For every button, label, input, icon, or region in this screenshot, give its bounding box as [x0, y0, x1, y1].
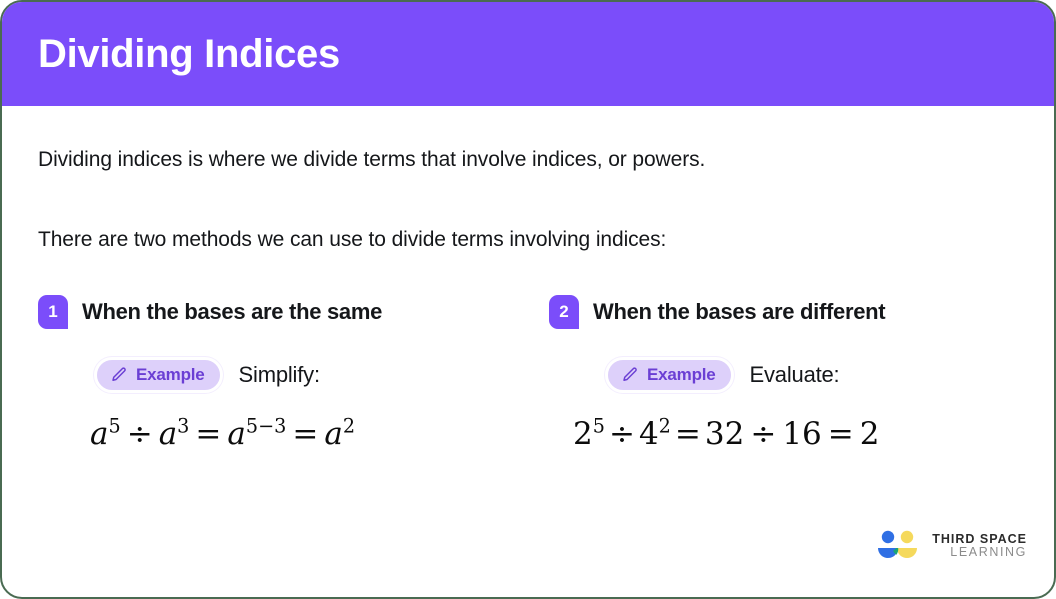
formula-1-exp-4: 2 — [342, 414, 356, 438]
methods-columns: 1 When the bases are the same Example Si… — [38, 294, 1022, 452]
formula-1-equals-2: = — [292, 415, 319, 452]
formula-1-base-1: a — [90, 415, 109, 452]
pencil-icon — [112, 367, 126, 381]
example-label-2: Example — [647, 365, 716, 385]
third-space-learning-mark-icon — [878, 530, 918, 558]
method-number-badge-1: 1 — [38, 294, 68, 329]
formula-1-operator-1: ÷ — [126, 415, 153, 452]
formula-2-value-1: 32 — [704, 415, 745, 452]
formula-1: a5 ÷ a3 = a5−3 = a2 — [38, 414, 530, 452]
formula-1-base-4: a — [324, 415, 343, 452]
card-body: Dividing indices is where we divide term… — [2, 106, 1054, 597]
method-number-badge-2: 2 — [549, 294, 579, 329]
method-column-2: 2 When the bases are different Example E… — [530, 294, 1022, 452]
pencil-icon — [623, 367, 637, 381]
formula-2: 25 ÷ 42 = 32 ÷ 16 = 2 — [549, 414, 1022, 452]
lesson-card: Dividing Indices Dividing indices is whe… — [0, 0, 1056, 599]
method-title-2: When the bases are different — [593, 298, 886, 324]
intro-paragraph-2: There are two methods we can use to divi… — [38, 228, 667, 252]
method-title-1: When the bases are the same — [82, 298, 383, 324]
formula-2-equals-1: = — [674, 415, 701, 452]
formula-1-base-3: a — [227, 415, 246, 452]
method-heading-2: 2 When the bases are different — [549, 294, 1022, 329]
example-row-1: Example Simplify: — [38, 356, 530, 393]
formula-2-equals-2: = — [827, 415, 854, 452]
formula-1-exp-1: 5 — [108, 414, 121, 438]
formula-2-operator-1: ÷ — [608, 415, 635, 452]
method-heading-1: 1 When the bases are the same — [38, 294, 530, 329]
example-label-1: Example — [136, 365, 205, 385]
brand-logo: THIRD SPACE LEARNING — [874, 529, 1027, 563]
formula-2-value-2: 16 — [782, 415, 822, 452]
formula-2-base-2: 4 — [638, 415, 659, 452]
formula-2-operator-2: ÷ — [750, 415, 777, 452]
card-header: Dividing Indices — [2, 2, 1054, 106]
example-action-1: Simplify: — [238, 361, 321, 387]
formula-1-equals-1: = — [195, 415, 222, 452]
formula-1-exp-3: 5−3 — [245, 414, 287, 438]
example-pill-2: Example — [605, 356, 734, 393]
example-row-2: Example Evaluate: — [549, 356, 1022, 393]
intro-paragraph-1: Dividing indices is where we divide term… — [38, 148, 706, 171]
formula-2-value-3: 2 — [859, 415, 880, 452]
formula-2-exp-1: 5 — [592, 414, 605, 438]
formula-1-exp-2: 3 — [177, 414, 190, 438]
brand-name-bottom: LEARNING — [950, 545, 1027, 559]
brand-logo-text: THIRD SPACE LEARNING — [932, 532, 1027, 559]
formula-1-base-2: a — [158, 415, 178, 452]
page-title: Dividing Indices — [38, 32, 340, 76]
example-action-2: Evaluate: — [749, 361, 840, 387]
formula-2-base-1: 2 — [573, 415, 593, 452]
method-column-1: 1 When the bases are the same Example Si… — [38, 294, 530, 452]
formula-2-exp-2: 2 — [658, 414, 671, 438]
example-pill-1: Example — [94, 356, 223, 393]
